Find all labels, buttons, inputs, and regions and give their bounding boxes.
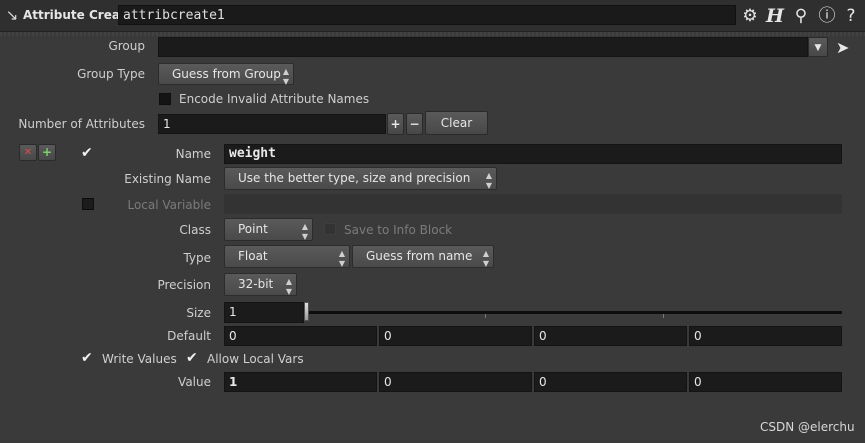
value-field-3[interactable]: 0 [534, 372, 687, 392]
value-field-4[interactable]: 0 [689, 372, 842, 392]
menu-arrows-icon: ▲ ▼ [285, 277, 292, 296]
gear-icon[interactable]: ⚙ [739, 5, 761, 27]
write-values-label: Write Values [102, 352, 177, 366]
name-label: Name [175, 147, 211, 161]
size-slider-handle[interactable] [304, 302, 309, 321]
header-divider [0, 32, 865, 36]
precision-label: Precision [157, 278, 211, 292]
existing-name-label: Existing Name [124, 172, 211, 186]
search-icon[interactable]: ⚲ [790, 5, 812, 27]
type-info-value: Guess from name [366, 249, 473, 263]
info-icon[interactable]: ⓘ [816, 5, 838, 27]
value-label: Value [178, 375, 211, 389]
houdini-help-icon[interactable]: H [764, 5, 786, 27]
menu-arrows-icon: ▲ ▼ [482, 249, 489, 268]
write-values-checkbox[interactable]: ✔ [81, 351, 93, 365]
menu-arrows-icon: ▲ ▼ [485, 171, 492, 190]
default-field-1[interactable]: 0 [224, 326, 377, 346]
type-label: Type [183, 251, 211, 265]
name-field[interactable]: weight [224, 144, 842, 164]
allow-local-vars-label: Allow Local Vars [207, 352, 304, 366]
default-field-2[interactable]: 0 [379, 326, 532, 346]
select-arrow-icon[interactable]: ➤ [836, 38, 849, 57]
remove-attribute-button[interactable]: − [406, 113, 423, 135]
precision-value: 32-bit [238, 277, 274, 291]
num-attributes-field[interactable]: 1 [158, 114, 386, 134]
node-name-field[interactable]: attribcreate1 [118, 5, 736, 25]
enable-attribute-checkbox[interactable]: ✔ [81, 146, 93, 160]
save-info-block-checkbox[interactable] [324, 223, 336, 235]
watermark-text: CSDN @elerchu [760, 420, 855, 434]
group-type-label: Group Type [77, 67, 145, 81]
type-info-menu[interactable]: Guess from name ▲ ▼ [352, 245, 494, 268]
group-field[interactable] [158, 37, 808, 57]
class-label: Class [179, 223, 211, 237]
local-variable-field[interactable] [224, 194, 842, 214]
type-value: Float [238, 249, 268, 263]
group-dropdown-button[interactable]: ▼ [808, 37, 828, 57]
default-field-4[interactable]: 0 [689, 326, 842, 346]
remove-instance-button[interactable]: ✕ [19, 144, 37, 161]
add-attribute-button[interactable]: + [387, 113, 404, 135]
encode-invalid-label: Encode Invalid Attribute Names [179, 92, 370, 106]
existing-name-value: Use the better type, size and precision [238, 171, 471, 185]
size-label: Size [186, 306, 211, 320]
local-variable-label: Local Variable [127, 198, 211, 212]
menu-arrows-icon: ▲ ▼ [282, 67, 289, 86]
group-label: Group [108, 39, 145, 53]
node-tool-icon[interactable]: ↘ [3, 6, 21, 24]
size-slider-track[interactable] [306, 311, 842, 314]
class-value: Point [238, 222, 268, 236]
insert-instance-button[interactable]: + [38, 144, 56, 161]
type-menu[interactable]: Float ▲ ▼ [224, 245, 350, 268]
class-menu[interactable]: Point ▲ ▼ [224, 218, 313, 241]
help-icon[interactable]: ? [840, 5, 862, 27]
local-variable-checkbox[interactable] [82, 198, 94, 210]
menu-arrows-icon: ▲ ▼ [338, 249, 345, 268]
clear-button[interactable]: Clear [425, 111, 488, 135]
encode-invalid-checkbox[interactable] [159, 93, 171, 105]
group-type-menu[interactable]: Guess from Group ▲ ▼ [158, 63, 294, 86]
slider-tick [663, 314, 664, 318]
save-info-block-label: Save to Info Block [344, 223, 453, 237]
allow-local-vars-checkbox[interactable]: ✔ [186, 351, 198, 365]
default-label: Default [167, 329, 211, 343]
group-type-value: Guess from Group [172, 67, 281, 81]
value-field-2[interactable]: 0 [379, 372, 532, 392]
precision-menu[interactable]: 32-bit ▲ ▼ [224, 273, 297, 296]
num-attributes-label: Number of Attributes [18, 117, 145, 131]
slider-tick [485, 314, 486, 318]
existing-name-menu[interactable]: Use the better type, size and precision … [224, 167, 497, 190]
menu-arrows-icon: ▲ ▼ [301, 222, 308, 241]
value-field-1[interactable]: 1 [224, 372, 377, 392]
size-field[interactable]: 1 [224, 302, 304, 323]
default-field-3[interactable]: 0 [534, 326, 687, 346]
